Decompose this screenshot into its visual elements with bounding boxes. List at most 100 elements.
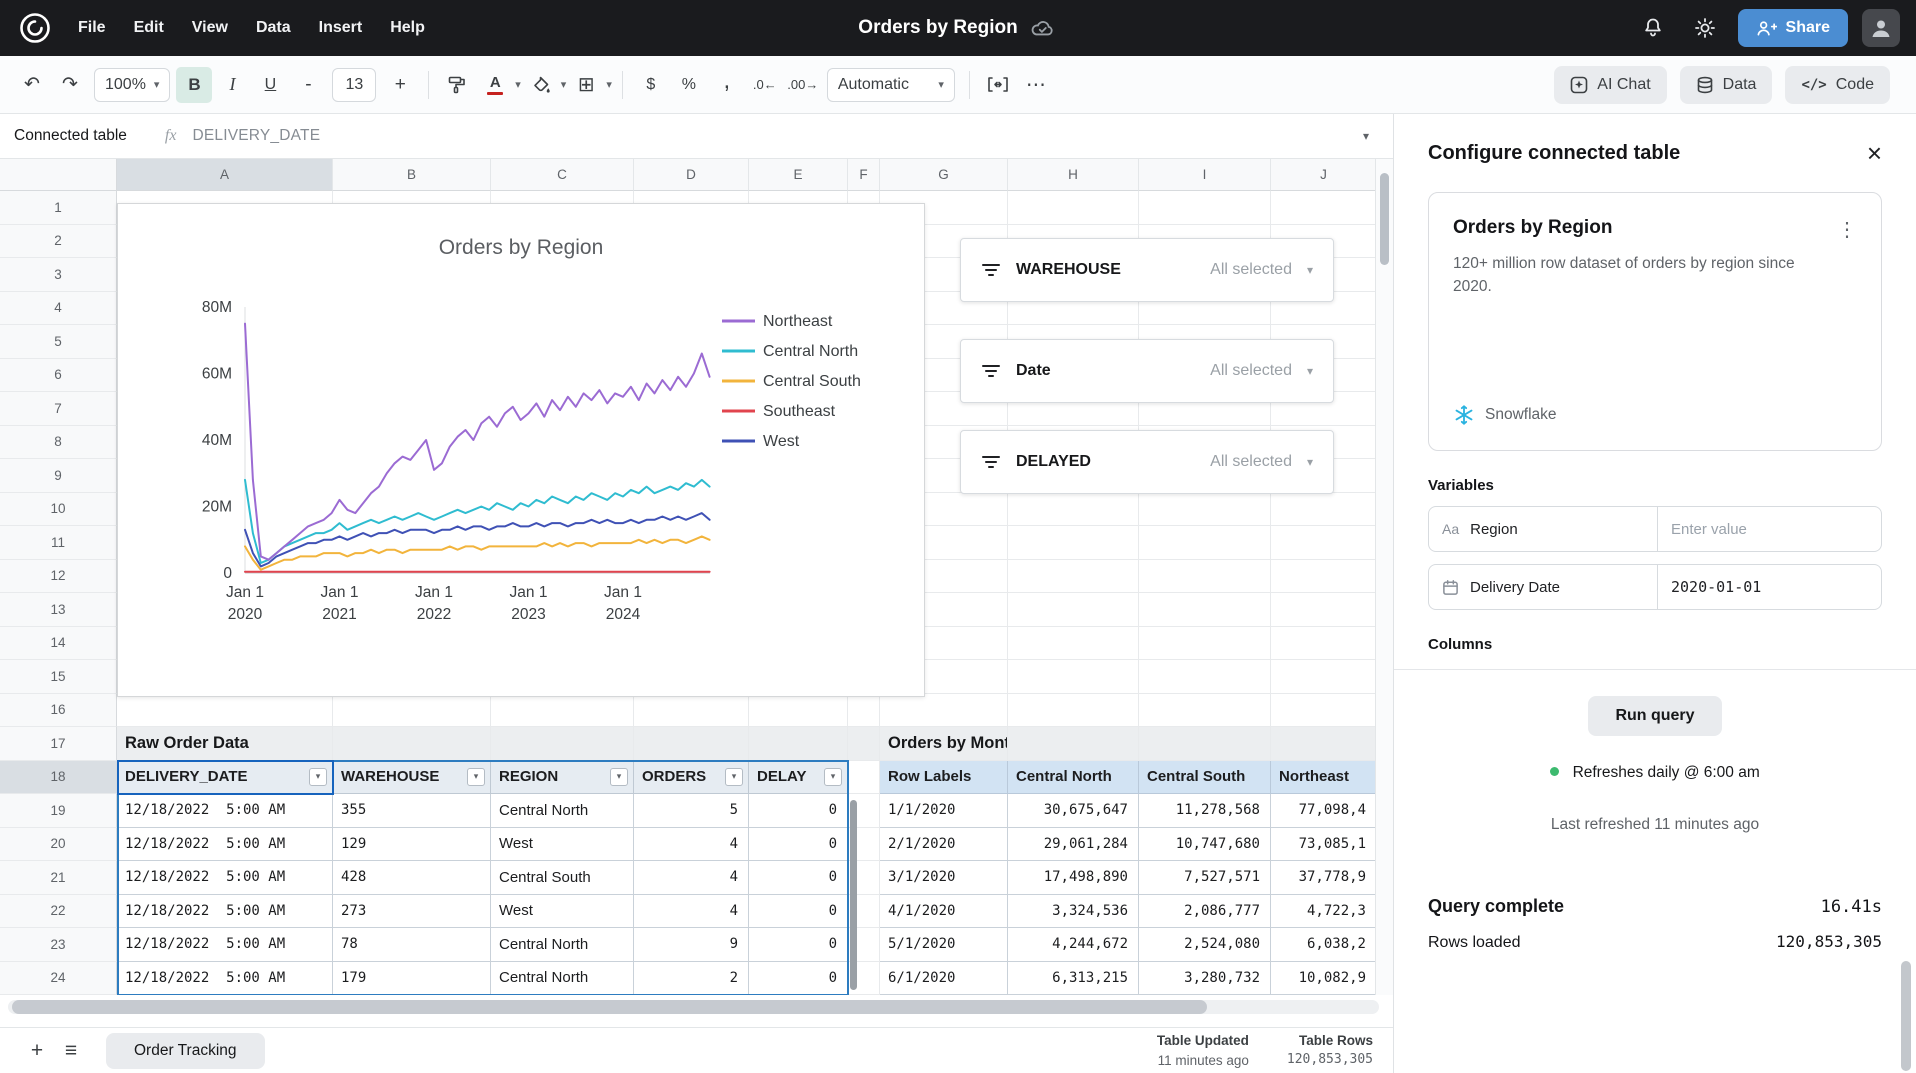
row-number-3[interactable]: 3 (0, 258, 117, 292)
vertical-scrollbar-thumb[interactable] (1380, 173, 1389, 265)
cell-J18[interactable]: Northeast (1271, 761, 1377, 795)
document-title[interactable]: Orders by Region (858, 17, 1017, 39)
cell-D23[interactable]: 9 (634, 928, 749, 962)
avatar[interactable] (1862, 9, 1900, 47)
cell-I16[interactable] (1139, 694, 1271, 728)
column-header-A[interactable]: A (117, 159, 333, 191)
row-number-13[interactable]: 13 (0, 593, 117, 627)
theme-brightness-icon[interactable] (1686, 9, 1724, 47)
more-options-icon[interactable]: ⋯ (1018, 67, 1054, 103)
cell-I19[interactable]: 11,278,568 (1139, 794, 1271, 828)
cell-J21[interactable]: 37,778,9 (1271, 861, 1377, 895)
column-header-H[interactable]: H (1008, 159, 1139, 191)
cell-J1[interactable] (1271, 191, 1377, 225)
cell-H12[interactable] (1008, 560, 1139, 594)
row-number-20[interactable]: 20 (0, 828, 117, 862)
cell-I10[interactable] (1139, 493, 1271, 527)
cell-I11[interactable] (1139, 526, 1271, 560)
column-filter-button[interactable]: ▾ (824, 768, 842, 786)
formula-bar-expand-icon[interactable]: ▾ (1363, 129, 1379, 143)
cell-B23[interactable]: 78 (333, 928, 491, 962)
run-query-button[interactable]: Run query (1588, 696, 1721, 736)
column-filter-button[interactable]: ▾ (309, 768, 327, 786)
cell-I20[interactable]: 10,747,680 (1139, 828, 1271, 862)
cell-A19[interactable]: 12/18/2022 5:00 AM (117, 794, 333, 828)
cell-I22[interactable]: 2,086,777 (1139, 895, 1271, 929)
cell-C23[interactable]: Central North (491, 928, 634, 962)
cell-J17[interactable] (1271, 727, 1377, 761)
cell-G18[interactable]: Row Labels (880, 761, 1008, 795)
filter-card-warehouse[interactable]: WAREHOUSEAll selected▾ (960, 238, 1334, 302)
cell-I1[interactable] (1139, 191, 1271, 225)
menu-insert[interactable]: Insert (305, 19, 377, 37)
cell-I13[interactable] (1139, 593, 1271, 627)
cell-H14[interactable] (1008, 627, 1139, 661)
row-number-7[interactable]: 7 (0, 392, 117, 426)
row-number-12[interactable]: 12 (0, 560, 117, 594)
formula-input[interactable]: DELIVERY_DATE (192, 127, 320, 145)
cell-E19[interactable]: 0 (749, 794, 848, 828)
cell-A20[interactable]: 12/18/2022 5:00 AM (117, 828, 333, 862)
cell-I24[interactable]: 3,280,732 (1139, 962, 1271, 996)
column-filter-button[interactable]: ▾ (610, 768, 628, 786)
cell-F18[interactable] (848, 761, 880, 795)
cell-G21[interactable]: 3/1/2020 (880, 861, 1008, 895)
column-header-B[interactable]: B (333, 159, 491, 191)
select-all-corner[interactable] (0, 159, 117, 191)
cell-E21[interactable]: 0 (749, 861, 848, 895)
cell-J15[interactable] (1271, 660, 1377, 694)
menu-edit[interactable]: Edit (120, 19, 178, 37)
increase-font-size-button[interactable]: + (382, 67, 418, 103)
menu-help[interactable]: Help (376, 19, 439, 37)
row-number-6[interactable]: 6 (0, 359, 117, 393)
cell-B20[interactable]: 129 (333, 828, 491, 862)
menu-file[interactable]: File (64, 19, 120, 37)
cell-A23[interactable]: 12/18/2022 5:00 AM (117, 928, 333, 962)
column-header-J[interactable]: J (1271, 159, 1377, 191)
table-inner-scrollbar[interactable] (850, 800, 857, 990)
row-number-24[interactable]: 24 (0, 962, 117, 996)
all-sheets-icon[interactable]: ≡ (54, 1034, 88, 1068)
column-header-F[interactable]: F (848, 159, 880, 191)
cell-C20[interactable]: West (491, 828, 634, 862)
column-header-D[interactable]: D (634, 159, 749, 191)
chevron-down-icon[interactable]: ▾ (606, 78, 612, 91)
chevron-down-icon[interactable]: ▾ (561, 78, 567, 91)
row-number-5[interactable]: 5 (0, 325, 117, 359)
cell-C19[interactable]: Central North (491, 794, 634, 828)
cell-J12[interactable] (1271, 560, 1377, 594)
cell-I12[interactable] (1139, 560, 1271, 594)
cell-J23[interactable]: 6,038,2 (1271, 928, 1377, 962)
cell-E22[interactable]: 0 (749, 895, 848, 929)
cell-H10[interactable] (1008, 493, 1139, 527)
cell-H23[interactable]: 4,244,672 (1008, 928, 1139, 962)
cell-B24[interactable]: 179 (333, 962, 491, 996)
cell-F17[interactable] (848, 727, 880, 761)
filter-value[interactable]: All selected (1210, 453, 1292, 471)
row-number-11[interactable]: 11 (0, 526, 117, 560)
cell-C22[interactable]: West (491, 895, 634, 929)
text-color-button[interactable]: A (477, 67, 513, 103)
cell-I23[interactable]: 2,524,080 (1139, 928, 1271, 962)
menu-view[interactable]: View (178, 19, 242, 37)
range-selector-icon[interactable] (980, 67, 1016, 103)
cell-D24[interactable]: 2 (634, 962, 749, 996)
delivery-date-value-input[interactable]: 2020-01-01 (1658, 564, 1882, 610)
ai-chat-button[interactable]: AI Chat (1554, 66, 1666, 104)
cell-D17[interactable] (634, 727, 749, 761)
cell-G22[interactable]: 4/1/2020 (880, 895, 1008, 929)
cell-H18[interactable]: Central North (1008, 761, 1139, 795)
cell-I15[interactable] (1139, 660, 1271, 694)
redo-icon[interactable]: ↷ (52, 67, 88, 103)
cell-B22[interactable]: 273 (333, 895, 491, 929)
underline-button[interactable]: U (252, 67, 288, 103)
data-button[interactable]: Data (1680, 66, 1773, 104)
sheet-tab-order-tracking[interactable]: Order Tracking (106, 1033, 265, 1069)
cell-C24[interactable]: Central North (491, 962, 634, 996)
code-button[interactable]: </> Code (1785, 66, 1890, 104)
notifications-bell-icon[interactable] (1634, 9, 1672, 47)
cell-G19[interactable]: 1/1/2020 (880, 794, 1008, 828)
cell-D19[interactable]: 5 (634, 794, 749, 828)
cell-H21[interactable]: 17,498,890 (1008, 861, 1139, 895)
cell-E18[interactable]: DELAY▾ (749, 761, 848, 795)
